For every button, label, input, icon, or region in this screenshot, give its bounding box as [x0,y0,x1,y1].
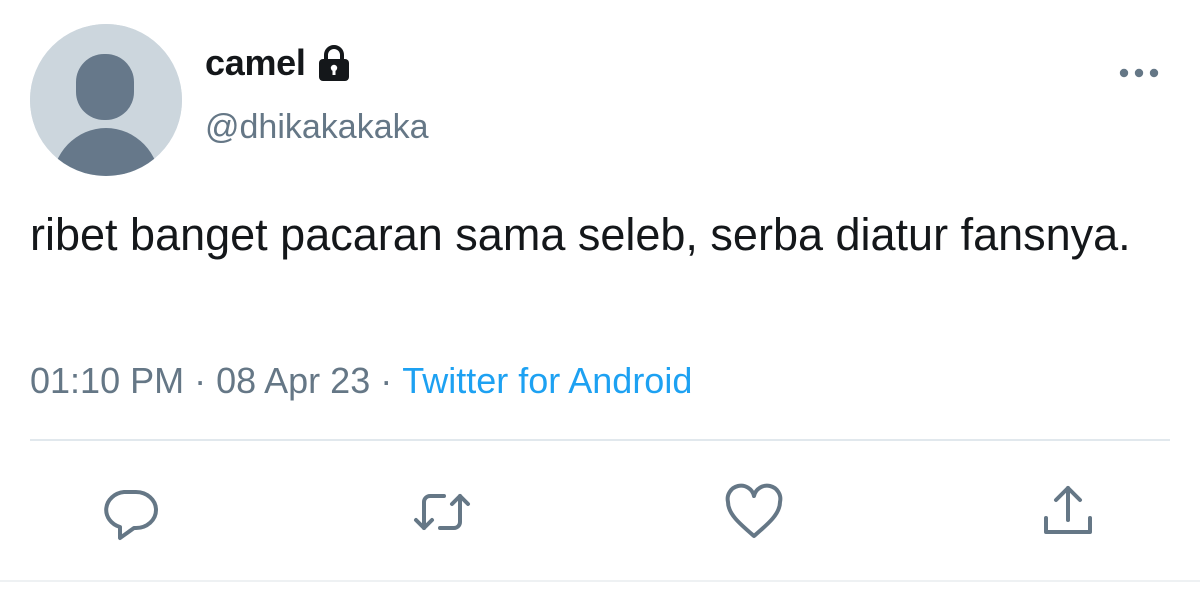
bottom-border [0,580,1200,582]
heart-icon[interactable] [722,480,786,544]
author-name-row: camel [205,42,352,84]
display-name[interactable]: camel [205,42,306,84]
tweet-card: camel @dhikakakaka ribet banget pacaran … [0,0,1200,600]
lock-icon [316,44,352,82]
tweet-date[interactable]: 08 Apr 23 [216,360,370,401]
action-bar [0,480,1200,544]
tweet-meta: 01:10 PM · 08 Apr 23 · Twitter for Android [30,360,692,402]
avatar[interactable] [30,24,182,176]
meta-separator: · [380,360,393,401]
default-avatar-icon [30,24,182,176]
tweet-text: ribet banget pacaran sama seleb, serba d… [30,209,1131,260]
more-icon[interactable] [1116,56,1162,90]
divider [30,439,1170,441]
meta-separator: · [194,360,207,401]
user-handle[interactable]: @dhikakakaka [205,108,429,147]
share-icon[interactable] [1036,480,1100,544]
retweet-icon[interactable] [410,480,474,544]
tweet-time[interactable]: 01:10 PM [30,360,184,401]
tweet-source-link[interactable]: Twitter for Android [402,360,692,401]
reply-icon[interactable] [98,480,162,544]
